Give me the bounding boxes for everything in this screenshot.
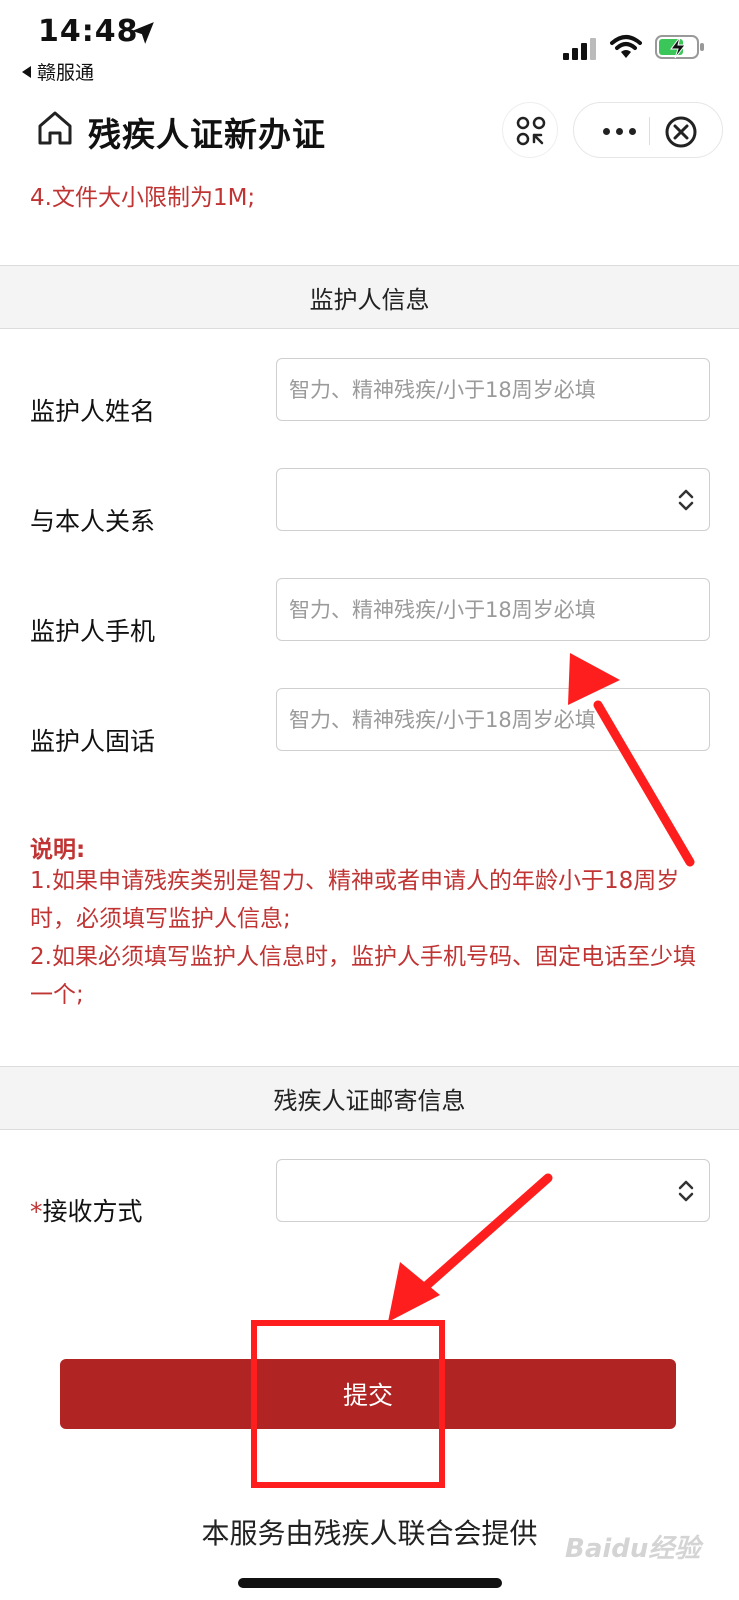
scan-icon	[516, 116, 546, 146]
guardian-section-header: 监护人信息	[0, 265, 739, 329]
guardian-landline-label: 监护人固话	[30, 727, 156, 756]
receive-method-label: *接收方式	[30, 1192, 143, 1228]
baidu-watermark: Baidu经验	[565, 1534, 701, 1564]
explanation-line-2: 2.如果必须填写监护人信息时，监护人手机号码、固定电话至少填一个;	[30, 944, 696, 1008]
more-icon[interactable]	[594, 103, 644, 159]
status-bar: 14:48 赣服通	[0, 0, 739, 92]
home-indicator	[238, 1578, 502, 1588]
required-mark: *	[30, 1197, 43, 1226]
mini-program-capsule	[573, 102, 723, 158]
battery-charging-icon	[655, 35, 704, 59]
select-arrows-icon	[678, 489, 694, 511]
capsule-divider	[649, 117, 650, 145]
back-to-app-link[interactable]: 赣服通	[22, 58, 94, 85]
submit-button[interactable]: 提交	[60, 1359, 676, 1429]
guardian-mobile-label: 监护人手机	[30, 617, 156, 646]
home-icon[interactable]	[36, 109, 74, 147]
location-arrow-icon	[132, 22, 154, 44]
receive-method-text: 接收方式	[42, 1197, 143, 1226]
explanation-title: 说明:	[30, 837, 86, 863]
back-triangle-icon	[22, 66, 31, 78]
guardian-mobile-input[interactable]	[276, 578, 710, 641]
upload-size-note: 4.文件大小限制为1M;	[30, 185, 256, 211]
explanation-line-1: 1.如果申请残疾类别是智力、精神或者申请人的年龄小于18周岁时，必须填写监护人信…	[30, 868, 680, 932]
relationship-label: 与本人关系	[30, 507, 156, 536]
guardian-name-input[interactable]	[276, 358, 710, 421]
mailing-section-header: 残疾人证邮寄信息	[0, 1066, 739, 1130]
cellular-signal-icon	[563, 38, 596, 60]
close-icon[interactable]	[664, 115, 698, 149]
guardian-landline-input[interactable]	[276, 688, 710, 751]
scan-button[interactable]	[502, 102, 558, 158]
wifi-icon	[610, 35, 642, 58]
status-time: 14:48	[38, 14, 139, 49]
select-arrows-icon	[678, 1180, 694, 1202]
guardian-name-label: 监护人姓名	[30, 397, 156, 426]
back-app-label: 赣服通	[37, 62, 95, 84]
relationship-select[interactable]	[276, 468, 710, 531]
annotation-arrow-upper	[568, 653, 695, 867]
nav-bar: 残疾人证新办证	[0, 92, 739, 164]
page-title: 残疾人证新办证	[88, 115, 326, 154]
receive-method-select[interactable]	[276, 1159, 710, 1222]
